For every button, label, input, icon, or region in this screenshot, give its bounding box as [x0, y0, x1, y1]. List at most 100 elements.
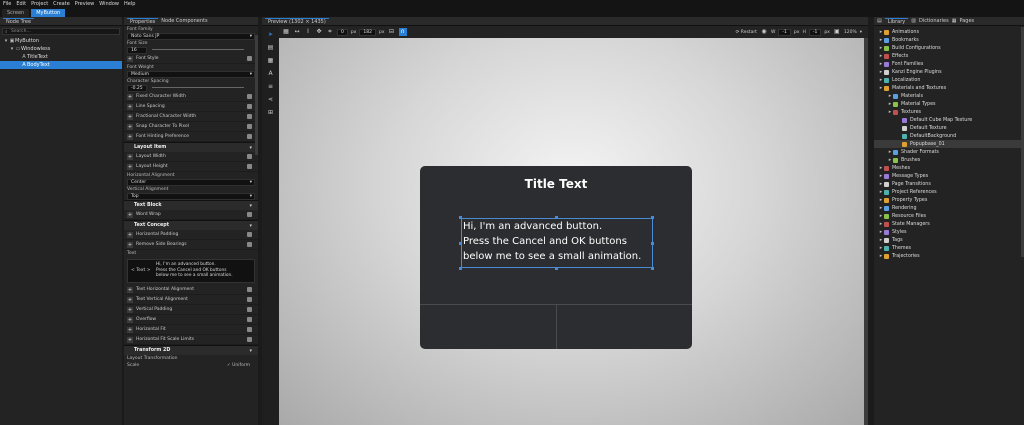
- library-item[interactable]: ▸ Materials and Textures: [874, 84, 1024, 92]
- property-row[interactable]: + Fractional Character Width: [124, 112, 258, 122]
- add-property-icon[interactable]: +: [127, 336, 133, 343]
- h-align-select[interactable]: Center ▾: [127, 179, 255, 186]
- char-spacing-slider[interactable]: [151, 87, 244, 88]
- h-input[interactable]: -1: [808, 28, 822, 36]
- property-row[interactable]: + Horizontal Padding: [124, 230, 258, 240]
- menu-create[interactable]: Create: [53, 1, 70, 7]
- lock-icon[interactable]: [247, 212, 252, 217]
- add-property-icon[interactable]: +: [127, 286, 133, 293]
- add-property-icon[interactable]: +: [127, 316, 133, 323]
- preview-mode-icon[interactable]: ◉: [760, 28, 768, 36]
- library-item[interactable]: ▸ Property Types: [874, 196, 1024, 204]
- library-item[interactable]: ▸ Brushes: [874, 156, 1024, 164]
- library-item[interactable]: Popupbase_01: [874, 140, 1024, 148]
- add-property-icon[interactable]: +: [127, 113, 133, 120]
- property-row[interactable]: + Layout Width: [124, 152, 258, 162]
- text-input[interactable]: < Text > Hi, I'm an advanced button. Pres…: [127, 259, 255, 283]
- property-row[interactable]: + Vertical Padding: [124, 305, 258, 315]
- w-input[interactable]: -1: [778, 28, 791, 36]
- property-row[interactable]: + Text Vertical Alignment: [124, 295, 258, 305]
- lock-icon[interactable]: [247, 154, 252, 159]
- y-input[interactable]: 182: [359, 28, 376, 36]
- pan-tool-icon[interactable]: ▤: [266, 43, 275, 52]
- library-item[interactable]: ▸ Localization: [874, 76, 1024, 84]
- tree-item-bodytext[interactable]: A BodyText: [0, 61, 122, 69]
- lock-icon[interactable]: [247, 327, 252, 332]
- add-property-icon[interactable]: +: [127, 133, 133, 140]
- resize-handle[interactable]: [459, 216, 462, 219]
- resize-handle[interactable]: [459, 242, 462, 245]
- add-property-icon[interactable]: +: [127, 55, 133, 62]
- tree-item-mybutton[interactable]: ▾ ▣ MyButton: [0, 37, 122, 45]
- font-weight-select[interactable]: Medium ▾: [127, 71, 255, 78]
- tab-node-components[interactable]: Node Components: [161, 18, 207, 24]
- property-row[interactable]: + Horizontal Fit: [124, 325, 258, 335]
- lock-icon[interactable]: [247, 297, 252, 302]
- menu-window[interactable]: Window: [99, 1, 119, 7]
- grid-tool-icon[interactable]: ⊞: [266, 108, 275, 117]
- cancel-button[interactable]: [421, 305, 556, 348]
- lock-icon[interactable]: [247, 56, 252, 61]
- library-item[interactable]: Default Cube Map Texture: [874, 116, 1024, 124]
- lock-icon[interactable]: [247, 114, 252, 119]
- property-row[interactable]: + Horizontal Fit Scale Limits: [124, 335, 258, 345]
- font-size-input[interactable]: 16: [127, 47, 147, 54]
- font-size-slider[interactable]: [151, 49, 244, 50]
- property-row[interactable]: + Font Hinting Preference: [124, 132, 258, 142]
- canvas-scrollbar[interactable]: [864, 38, 868, 425]
- add-property-icon[interactable]: +: [127, 103, 133, 110]
- add-property-icon[interactable]: +: [127, 153, 133, 160]
- crop-icon[interactable]: ⌗: [326, 28, 334, 36]
- library-item[interactable]: ▸ Textures: [874, 108, 1024, 116]
- cursor-icon[interactable]: I: [304, 28, 312, 36]
- tab-properties[interactable]: Properties: [127, 17, 159, 25]
- menu-edit[interactable]: Edit: [16, 1, 26, 7]
- font-family-select[interactable]: Noto Sans JP ▾: [127, 33, 255, 40]
- restart-button[interactable]: ⟳ Restart: [736, 30, 757, 35]
- library-item[interactable]: ▸ Project References: [874, 188, 1024, 196]
- lock-icon[interactable]: [247, 337, 252, 342]
- screenshot-icon[interactable]: ▣: [833, 28, 841, 36]
- library-item[interactable]: ▸ Font Families: [874, 60, 1024, 68]
- library-item[interactable]: ▸ Animations: [874, 28, 1024, 36]
- move-icon[interactable]: ✥: [315, 28, 323, 36]
- add-property-icon[interactable]: +: [127, 326, 133, 333]
- uniform-checkbox[interactable]: ✓ Uniform: [227, 363, 250, 368]
- library-item[interactable]: ▸ Tags: [874, 236, 1024, 244]
- tab-mybutton[interactable]: MyButton: [31, 9, 66, 17]
- lock-icon[interactable]: [247, 134, 252, 139]
- library-item[interactable]: ▸ Styles: [874, 228, 1024, 236]
- library-item[interactable]: ▸ Meshes: [874, 164, 1024, 172]
- menu-help[interactable]: Help: [124, 1, 135, 7]
- resize-handle[interactable]: [459, 267, 462, 270]
- add-property-icon[interactable]: +: [127, 241, 133, 248]
- property-row[interactable]: + Word Wrap: [124, 210, 258, 220]
- property-row[interactable]: + Snap Character To Pixel: [124, 122, 258, 132]
- add-property-icon[interactable]: +: [127, 296, 133, 303]
- library-item[interactable]: DefaultBackground: [874, 132, 1024, 140]
- tab-pages[interactable]: Pages: [959, 18, 974, 24]
- resize-handle[interactable]: [555, 216, 558, 219]
- library-item[interactable]: ▸ Shader Formats: [874, 148, 1024, 156]
- property-row[interactable]: + Layout Height: [124, 162, 258, 172]
- library-item[interactable]: Default Texture: [874, 124, 1024, 132]
- library-item[interactable]: ▸ Rendering: [874, 204, 1024, 212]
- library-item[interactable]: ▸ Resource Files: [874, 212, 1024, 220]
- lock-icon[interactable]: [247, 307, 252, 312]
- magnet-icon[interactable]: ∩: [398, 28, 407, 36]
- section-text-block[interactable]: Text Block ▾: [124, 200, 258, 210]
- arrows-horizontal-icon[interactable]: ↔: [293, 28, 301, 36]
- zoom-select[interactable]: 120%: [844, 30, 857, 35]
- ok-button[interactable]: [557, 305, 691, 348]
- share-tool-icon[interactable]: ⋖: [266, 95, 275, 104]
- text-tool-icon[interactable]: A: [266, 69, 275, 78]
- tab-dictionaries[interactable]: Dictionaries: [919, 18, 949, 24]
- add-property-icon[interactable]: +: [127, 211, 133, 218]
- layers-tool-icon[interactable]: ≡: [266, 82, 275, 91]
- dialog-body-text[interactable]: Hi, I'm an advanced button. Press the Ca…: [461, 218, 653, 268]
- tree-item-windowless[interactable]: ▾ ▭ Windowless: [0, 45, 122, 53]
- library-item[interactable]: ▸ State Managers: [874, 220, 1024, 228]
- library-item[interactable]: ▸ Page Transitions: [874, 180, 1024, 188]
- property-row[interactable]: + Fixed Character Width: [124, 92, 258, 102]
- add-property-icon[interactable]: +: [127, 306, 133, 313]
